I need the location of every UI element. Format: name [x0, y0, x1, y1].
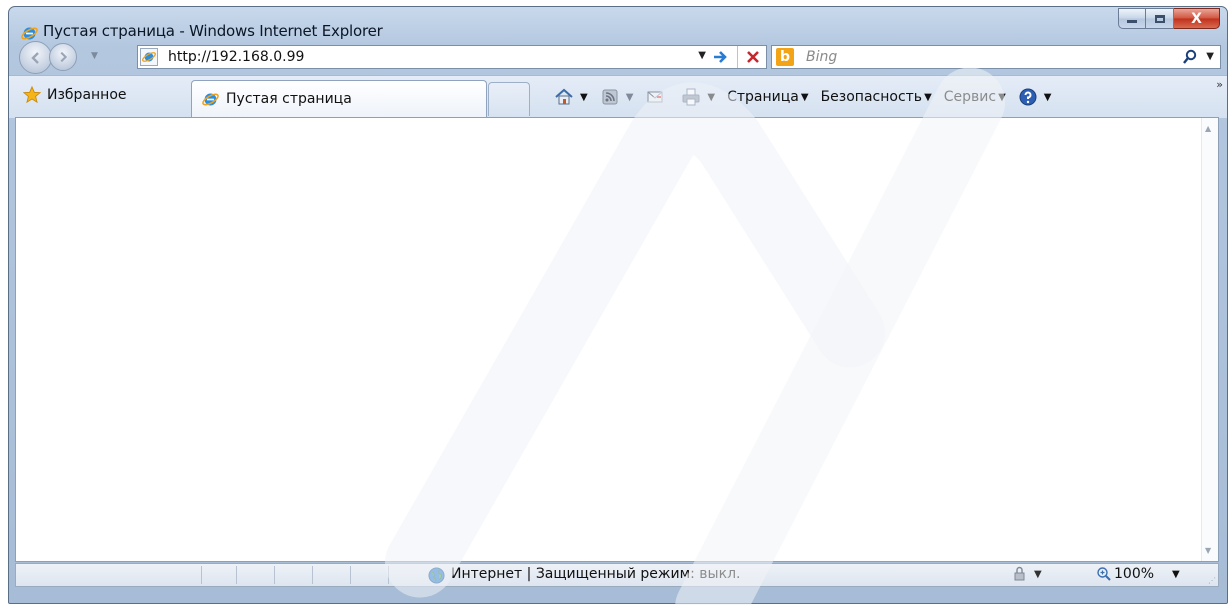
- close-button[interactable]: X: [1174, 8, 1220, 29]
- favorites-button[interactable]: Избранное: [23, 86, 127, 104]
- maximize-icon: [1154, 14, 1165, 23]
- go-button[interactable]: [710, 47, 732, 67]
- status-divider: [312, 566, 313, 584]
- help-icon: [1019, 88, 1037, 106]
- tab-blank-page[interactable]: Пустая страница: [191, 80, 487, 118]
- status-divider: [201, 566, 202, 584]
- forward-button[interactable]: [49, 43, 77, 71]
- search-input[interactable]: Bing: [806, 49, 837, 65]
- forward-arrow-icon: [60, 51, 68, 63]
- address-bar[interactable]: http://192.168.0.99 ▼: [137, 45, 767, 69]
- favorites-star-icon: [23, 86, 41, 104]
- zoom-level: 100%: [1114, 566, 1155, 582]
- tools-menu[interactable]: Сервис ▼: [944, 89, 1006, 105]
- back-button[interactable]: [19, 41, 52, 74]
- close-icon: X: [1191, 10, 1202, 27]
- page-menu[interactable]: Страница ▼: [727, 89, 808, 105]
- search-box[interactable]: b Bing ▼: [771, 45, 1221, 69]
- status-divider: [274, 566, 275, 584]
- stop-icon: [747, 51, 759, 63]
- caption-buttons: X: [1118, 8, 1220, 29]
- safety-menu-dropdown-icon: ▼: [924, 91, 932, 103]
- safety-menu-label: Безопасность: [820, 89, 923, 105]
- address-separator: [737, 46, 738, 68]
- zoom-dropdown-icon[interactable]: ▼: [1172, 569, 1180, 580]
- tab-label: Пустая страница: [226, 91, 352, 107]
- status-divider: [236, 566, 237, 584]
- vertical-scrollbar[interactable]: ▲ ▼: [1201, 118, 1218, 561]
- status-divider: [350, 566, 351, 584]
- read-mail-button[interactable]: [645, 87, 669, 107]
- scroll-up-icon[interactable]: ▲: [1205, 124, 1211, 133]
- internet-zone-globe-icon: [428, 567, 445, 584]
- ie-logo-icon: [21, 27, 38, 40]
- help-button[interactable]: ▼: [1018, 87, 1052, 107]
- address-url[interactable]: http://192.168.0.99: [168, 49, 304, 65]
- zoom-magnifier-icon: [1097, 567, 1111, 581]
- toolbar-commands: ▼ ▼ ▼ Страница ▼ Безопасность ▼ Сервис ▼…: [554, 82, 1052, 112]
- home-button[interactable]: ▼: [554, 87, 588, 107]
- window-title: Пустая страница - Windows Internet Explo…: [43, 22, 383, 40]
- help-dropdown-icon[interactable]: ▼: [1044, 92, 1052, 103]
- command-bar: Избранное Пустая страница ▼ ▼ ▼ Страница…: [9, 75, 1227, 118]
- safety-menu[interactable]: Безопасность ▼: [821, 89, 932, 105]
- maximize-button[interactable]: [1146, 8, 1174, 29]
- favorites-label: Избранное: [47, 87, 127, 103]
- toolbar-overflow-chevron-icon[interactable]: »: [1216, 78, 1223, 91]
- feeds-button[interactable]: ▼: [600, 87, 634, 107]
- zoom-control[interactable]: 100% ▼: [1096, 566, 1180, 582]
- search-provider-dropdown-icon[interactable]: ▼: [1206, 51, 1214, 62]
- home-dropdown-icon[interactable]: ▼: [580, 92, 588, 103]
- printer-icon: [682, 88, 700, 106]
- page-content-area[interactable]: ▲ ▼: [15, 117, 1219, 562]
- tab-ie-icon: [202, 93, 219, 106]
- page-menu-label: Страница: [727, 89, 799, 105]
- rss-feed-icon: [602, 89, 618, 105]
- stop-button[interactable]: [742, 46, 764, 68]
- page-ie-icon: [140, 48, 158, 66]
- mail-icon: [647, 91, 663, 103]
- minimize-button[interactable]: [1118, 8, 1146, 29]
- print-button[interactable]: ▼: [681, 87, 715, 107]
- status-bar: Интернет | Защищенный режим: выкл. ▼ 100…: [15, 563, 1219, 587]
- status-divider: [388, 566, 389, 584]
- scroll-down-icon[interactable]: ▼: [1205, 546, 1211, 555]
- new-tab-button[interactable]: [488, 82, 530, 116]
- protected-mode-dropdown-icon[interactable]: ▼: [1034, 569, 1042, 580]
- address-dropdown-icon[interactable]: ▼: [698, 50, 706, 61]
- history-dropdown-icon[interactable]: ▼: [91, 51, 98, 61]
- feeds-dropdown-icon[interactable]: ▼: [626, 92, 634, 103]
- search-icon[interactable]: [1182, 49, 1198, 65]
- protected-mode-button[interactable]: ▼: [1010, 566, 1042, 582]
- tools-menu-label: Сервис: [943, 89, 997, 105]
- minimize-icon: [1127, 20, 1137, 23]
- bing-logo-icon: b: [776, 48, 794, 66]
- print-dropdown-icon[interactable]: ▼: [707, 92, 715, 103]
- tools-menu-dropdown-icon: ▼: [998, 91, 1006, 103]
- go-arrow-icon: [714, 51, 727, 63]
- resize-grip-icon[interactable]: ⋰: [1208, 576, 1216, 585]
- back-arrow-icon: [30, 51, 39, 64]
- ie-window: Пустая страница - Windows Internet Explo…: [8, 6, 1228, 604]
- lock-settings-icon: [1014, 566, 1025, 581]
- page-menu-dropdown-icon: ▼: [800, 91, 809, 103]
- security-zone-text[interactable]: Интернет | Защищенный режим: выкл.: [451, 566, 740, 582]
- home-icon: [555, 88, 573, 105]
